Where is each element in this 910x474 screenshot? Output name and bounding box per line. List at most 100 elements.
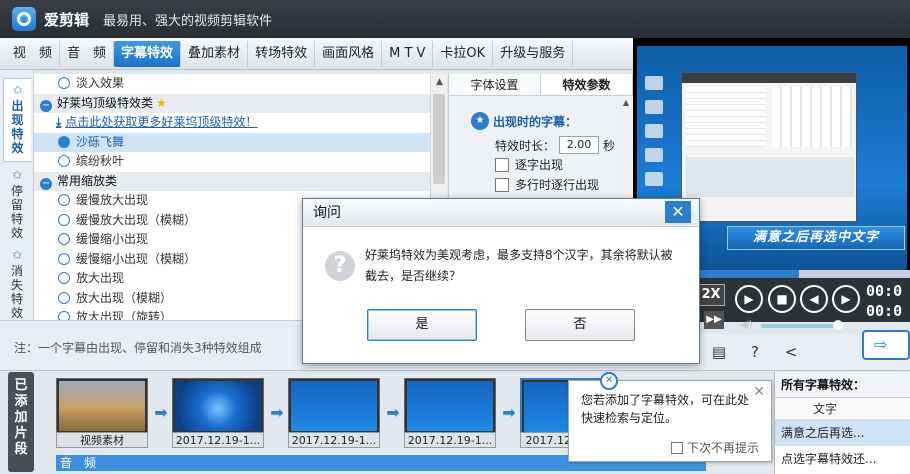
clip-label: 2017.12.19-1... xyxy=(172,432,264,448)
clip-label: 2017.12.19-1... xyxy=(404,432,496,448)
list-item[interactable]: 淡入效果 xyxy=(34,74,430,94)
volume-slider[interactable] xyxy=(761,324,837,328)
play-icon[interactable]: ▶ xyxy=(735,285,763,313)
arrow-right-icon: ➡ xyxy=(386,403,400,422)
question-icon: ? xyxy=(325,251,355,281)
timeline-clip[interactable] xyxy=(404,378,496,436)
effects-panel-row[interactable]: 点选字幕特效还... xyxy=(775,446,910,472)
yes-button[interactable]: 是 xyxy=(367,309,477,341)
timecode-current: 00:0 xyxy=(866,282,903,300)
scroll-up-icon[interactable]: ▲ xyxy=(619,96,633,110)
download-icon: ⤓ xyxy=(56,115,62,129)
radio-icon xyxy=(58,311,70,320)
preview-window-thumbnail xyxy=(681,72,857,222)
side-tabs: ✩ 出 现 特 效 ✩ 停 留 特 效 ✩ 消 失 特 效 xyxy=(0,70,34,320)
radio-icon xyxy=(58,135,70,148)
tab-subtitle-effects[interactable]: 字幕特效 xyxy=(114,40,182,67)
radio-icon xyxy=(58,155,70,167)
timeline-label: 已 添 加 片 段 xyxy=(8,372,34,472)
all-subtitle-effects-panel: 所有字幕特效： 文字 满意之后再选... 点选字幕特效还... xyxy=(774,372,910,474)
timeline-clip[interactable] xyxy=(288,378,380,436)
checkbox[interactable] xyxy=(495,177,509,192)
radio-icon xyxy=(58,213,70,226)
next-frame-icon[interactable]: ▶ xyxy=(832,285,860,313)
effects-panel-row[interactable]: 满意之后再选... xyxy=(775,420,910,446)
tab-karaoke[interactable]: 卡拉OK xyxy=(433,40,494,67)
dialog-title: 询问 xyxy=(303,199,699,227)
confirm-dialog: 询问 ✕ ? 好莱坞特效为美观考虑，最多支持8个汉字，其余将默认被截去，是否继续… xyxy=(302,198,700,364)
tooltip-balloon: ✕ 您若添加了字幕特效，可在此处快速检索与定位。 下次不再提示 xyxy=(568,380,772,462)
radio-icon xyxy=(58,272,70,284)
subtitle-preview-text: 满意之后再选中文字 xyxy=(727,226,905,250)
sidetab-stay[interactable]: ✩ 停 留 特 效 xyxy=(3,164,31,244)
dont-show-again-option[interactable]: 下次不再提示 xyxy=(670,439,759,457)
speed-button[interactable]: 2X xyxy=(697,284,725,306)
tab-video[interactable]: 视 频 xyxy=(6,40,61,67)
share-icon[interactable]: < xyxy=(782,343,800,361)
star-icon: ★ xyxy=(156,95,167,110)
help-icon[interactable]: ? xyxy=(746,343,764,361)
close-icon[interactable]: ✕ xyxy=(665,201,691,223)
scroll-up-icon[interactable]: ▲ xyxy=(431,74,448,91)
tab-effect-params[interactable]: 特效参数 xyxy=(541,74,633,95)
list-item[interactable]: 沙砾飞舞 xyxy=(34,132,430,152)
sidetab-stay-label: 停 留 特 效 xyxy=(10,184,23,240)
desktop-icons xyxy=(639,76,669,196)
tab-mtv[interactable]: M T V xyxy=(382,40,434,67)
sidetab-disappear[interactable]: ✩ 消 失 特 效 xyxy=(3,244,31,320)
timecode-total: 00:0 xyxy=(866,302,903,320)
sidetab-appear-label: 出 现 特 效 xyxy=(11,99,24,155)
skip-next-icon[interactable]: ▶▶ xyxy=(704,311,724,329)
sidetab-disappear-label: 消 失 特 效 xyxy=(10,264,23,320)
star-icon: ★ xyxy=(471,112,489,130)
no-button[interactable]: 否 xyxy=(525,309,635,341)
tab-picture-style[interactable]: 画面风格 xyxy=(315,40,383,67)
checkbox[interactable] xyxy=(495,157,509,172)
close-icon[interactable]: ✕ xyxy=(753,383,765,401)
export-button[interactable]: ⇨ xyxy=(862,330,910,360)
list-item[interactable]: 缤纷秋叶 xyxy=(34,152,430,172)
duration-input[interactable]: 2.00 xyxy=(559,136,600,154)
arrow-right-icon: ➡ xyxy=(502,403,516,422)
volume-icon[interactable]: ◀) xyxy=(740,318,753,331)
effects-panel-column-text: 文字 xyxy=(775,398,910,420)
group-header-zoom[interactable]: − 常用缩放类 xyxy=(34,171,430,191)
duration-row: 特效时长： 2.00 秒 xyxy=(495,136,616,154)
star-icon: ✩ xyxy=(11,248,23,262)
clip-label: 2017.12.19-1... xyxy=(288,432,380,448)
main-tab-bar: 视 频 音 频 字幕特效 叠加素材 转场特效 画面风格 M T V 卡拉OK 升… xyxy=(0,38,633,70)
volume-knob[interactable] xyxy=(833,320,843,330)
title-bar: 爱剪辑 最易用、强大的视频剪辑软件 xyxy=(0,0,910,38)
collapse-icon: − xyxy=(40,177,52,190)
star-icon: ✩ xyxy=(11,168,23,182)
timeline-clip[interactable] xyxy=(56,378,148,436)
app-slogan: 最易用、强大的视频剪辑软件 xyxy=(103,13,273,29)
star-icon: ✩ xyxy=(12,83,23,97)
app-logo-icon xyxy=(12,7,36,31)
save-icon[interactable]: ▤ xyxy=(710,343,728,361)
tab-font-settings[interactable]: 字体设置 xyxy=(449,74,541,95)
stop-icon[interactable]: ■ xyxy=(768,285,796,313)
download-more-link[interactable]: ⤓ 点击此处获取更多好莱坞顶级特效！ xyxy=(34,113,430,133)
checkbox[interactable] xyxy=(670,442,683,454)
group-header-hollywood[interactable]: − 好莱坞顶级特效类 ★ xyxy=(34,93,430,113)
tab-audio[interactable]: 音 频 xyxy=(60,40,115,67)
radio-icon xyxy=(58,77,70,89)
tab-transitions[interactable]: 转场特效 xyxy=(248,40,316,67)
tab-overlay[interactable]: 叠加素材 xyxy=(181,40,249,67)
scroll-thumb[interactable] xyxy=(433,94,445,184)
multi-line-option[interactable]: 多行时逐行出现 xyxy=(495,176,599,193)
app-name: 爱剪辑 xyxy=(44,10,90,29)
sidetab-appear[interactable]: ✩ 出 现 特 效 xyxy=(3,78,31,162)
clip-label: 视频素材 xyxy=(56,432,148,448)
tab-upgrade[interactable]: 升级与服务 xyxy=(493,40,574,67)
char-by-char-option[interactable]: 逐字出现 xyxy=(495,156,563,173)
arrow-right-icon: ➡ xyxy=(270,403,284,422)
prev-frame-icon[interactable]: ◀ xyxy=(800,285,828,313)
arrow-right-icon: ➡ xyxy=(154,403,168,422)
timeline-clip[interactable] xyxy=(172,378,264,436)
radio-icon xyxy=(58,233,70,245)
close-icon[interactable]: ✕ xyxy=(600,372,618,390)
radio-icon xyxy=(58,194,70,206)
radio-icon xyxy=(58,252,70,265)
